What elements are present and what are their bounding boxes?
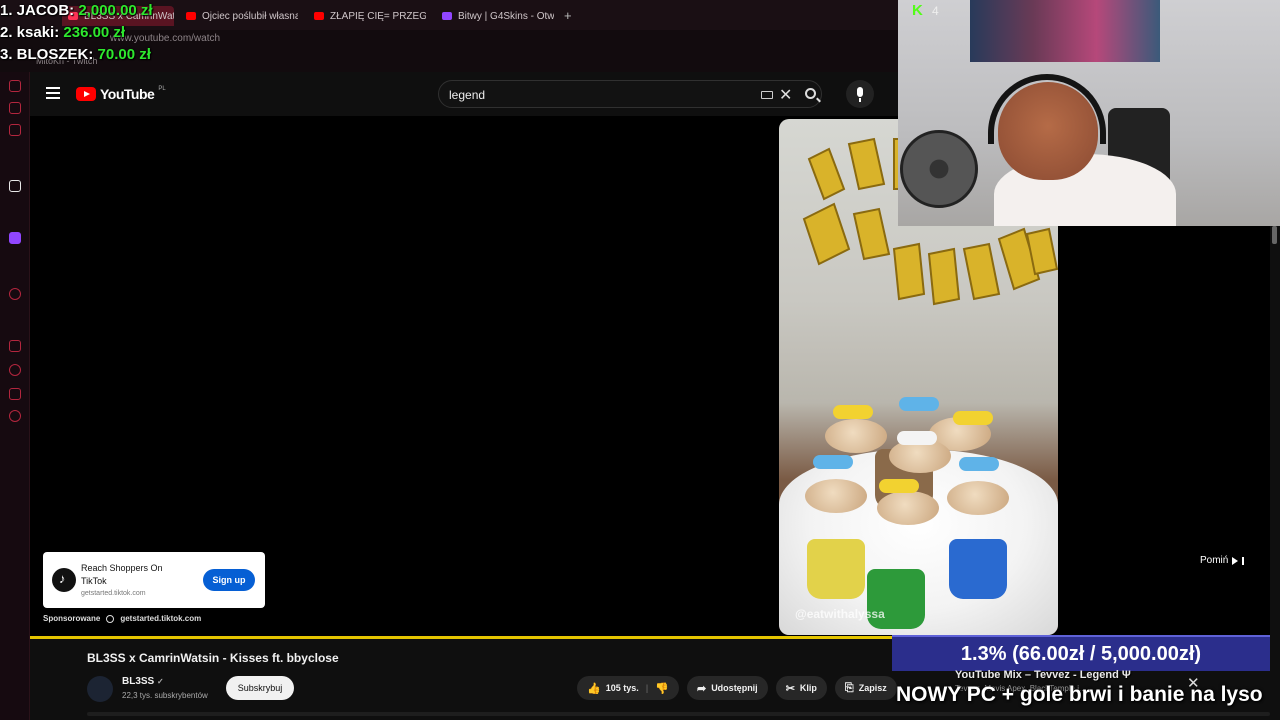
donation-goal-bar: 1.3% (66.00zł / 5,000.00zł) (892, 635, 1270, 671)
share-button[interactable]: ➦ Udostępnij (686, 676, 768, 700)
yellow-bone-icon (879, 479, 919, 493)
frosting-image (825, 419, 887, 453)
blue-bone-icon (813, 455, 853, 469)
search-icon (805, 88, 816, 99)
sponsored-label: Sponsorowane getstarted.tiktok.com (43, 614, 202, 623)
video-actions: 👍 105 tys. | 👎 ➦ Udostępnij ✂ Klip ⎘ Zap… (577, 676, 897, 700)
info-icon[interactable] (106, 614, 115, 623)
sidebar-whatsapp-icon[interactable] (9, 124, 21, 136)
youtube-favicon-icon (314, 12, 324, 20)
skip-next-icon (1232, 556, 1239, 565)
youtube-header: YouTube PL legend ✕ (30, 72, 898, 116)
tab-bitwy[interactable]: Bitwy | G4Skins - Otwiera (442, 6, 554, 26)
donation-leaderboard: 1. JACOB: 2,000.00 zł 2. ksaki: 236.00 z… (0, 0, 153, 66)
bookmark-icon: ⎘ (844, 681, 854, 694)
fan-image (900, 130, 978, 208)
search-box[interactable]: legend ✕ (438, 80, 822, 108)
sidebar-history-icon[interactable] (9, 364, 21, 376)
blue-bone-icon (959, 457, 999, 471)
sidebar-twitch-icon[interactable] (9, 232, 21, 244)
sidebar-player-icon[interactable] (9, 288, 21, 300)
search-input[interactable]: legend (449, 88, 485, 102)
page-scrollbar[interactable] (1272, 226, 1277, 244)
wall-poster-image (970, 0, 1160, 62)
new-tab-button[interactable]: + (564, 8, 572, 23)
search-button[interactable] (801, 81, 823, 107)
voice-search-button[interactable] (846, 80, 874, 108)
youtube-play-icon (76, 87, 96, 101)
scissors-icon: ✂ (785, 682, 795, 695)
sidebar-messenger-icon[interactable] (9, 102, 21, 114)
viewer-count: 4 (932, 4, 939, 18)
sidebar-extensions-icon[interactable] (9, 388, 21, 400)
ad-headline: Reach Shoppers On TikTok (81, 563, 163, 586)
share-icon: ➦ (696, 682, 707, 695)
youtube-logo[interactable]: YouTube PL (76, 86, 166, 102)
keyboard-icon[interactable] (761, 91, 773, 99)
channel-name[interactable]: BL3SS ✓ (122, 676, 164, 687)
headset-image (988, 74, 1106, 144)
thumbs-up-icon: 👍 (587, 682, 601, 695)
signup-button[interactable]: Sign up (203, 569, 255, 591)
stream-screen: BL3SS x CamrinWatsin Ojciec poślubił wła… (0, 0, 1280, 720)
sidebar-bookmark-icon[interactable] (9, 340, 21, 352)
blue-bone-icon (899, 397, 939, 411)
frosting-image (805, 479, 867, 513)
yellow-bone-icon (953, 411, 993, 425)
skip-ad-button[interactable]: Pomiń (1200, 555, 1245, 566)
ad-card[interactable]: Reach Shoppers On TikTok getstarted.tikt… (43, 552, 265, 608)
browser-sidebar (0, 72, 30, 720)
menu-icon[interactable] (46, 87, 60, 99)
subscriber-count: 22,3 tys. subskrybentów (122, 691, 208, 700)
sidebar-vpn-icon[interactable] (9, 180, 21, 192)
leaderboard-row: 2. ksaki: 236.00 zł (0, 24, 126, 41)
leaderboard-row: 1. JACOB: 2,000.00 zł (0, 2, 153, 19)
subscribe-button[interactable]: Subskrybuj (226, 676, 294, 700)
clip-button[interactable]: ✂ Klip (775, 676, 827, 700)
save-button[interactable]: ⎘ Zapisz (834, 676, 897, 700)
clear-search-icon[interactable]: ✕ (779, 85, 792, 105)
kick-logo-icon: K (912, 2, 923, 19)
ad-domain: getstarted.tiktok.com (81, 590, 146, 597)
frosting-image (947, 481, 1009, 515)
youtube-favicon-icon (186, 12, 196, 20)
verified-icon: ✓ (157, 677, 164, 686)
yellow-bone-icon (833, 405, 873, 419)
leaderboard-row: 3. BLOSZEK: 70.00 zł (0, 46, 151, 63)
like-button[interactable]: 👍 105 tys. | 👎 (577, 676, 679, 700)
white-bone-icon (897, 431, 937, 445)
cupcake-image (807, 539, 865, 599)
tab-zlapie[interactable]: ZŁAPIĘ CIĘ= PRZEGRYW (314, 6, 426, 26)
tiktok-logo-icon (52, 568, 76, 592)
frosting-image (877, 491, 939, 525)
thumbs-down-icon[interactable]: 👎 (655, 682, 669, 695)
channel-avatar[interactable] (87, 676, 113, 702)
g4skins-favicon-icon (442, 12, 452, 20)
webcam-feed: K 4 (898, 0, 1280, 226)
video-watermark: @eatwithalyssa (795, 607, 885, 621)
sidebar-settings-icon[interactable] (9, 410, 21, 422)
video-title: BL3SS x CamrinWatsin - Kisses ft. bbyclo… (87, 651, 339, 665)
sidebar-home-icon[interactable] (9, 80, 21, 92)
mix-title[interactable]: YouTube Mix – Tevvez - Legend Ψ (955, 669, 1131, 681)
tab-ojciec[interactable]: Ojciec poślubił własną có (186, 6, 298, 26)
stream-title-banner: NOWY PC + gole brwi i banie na lyso (896, 683, 1263, 706)
horizontal-scrollbar[interactable] (87, 712, 1270, 716)
cupcake-image (949, 539, 1007, 599)
